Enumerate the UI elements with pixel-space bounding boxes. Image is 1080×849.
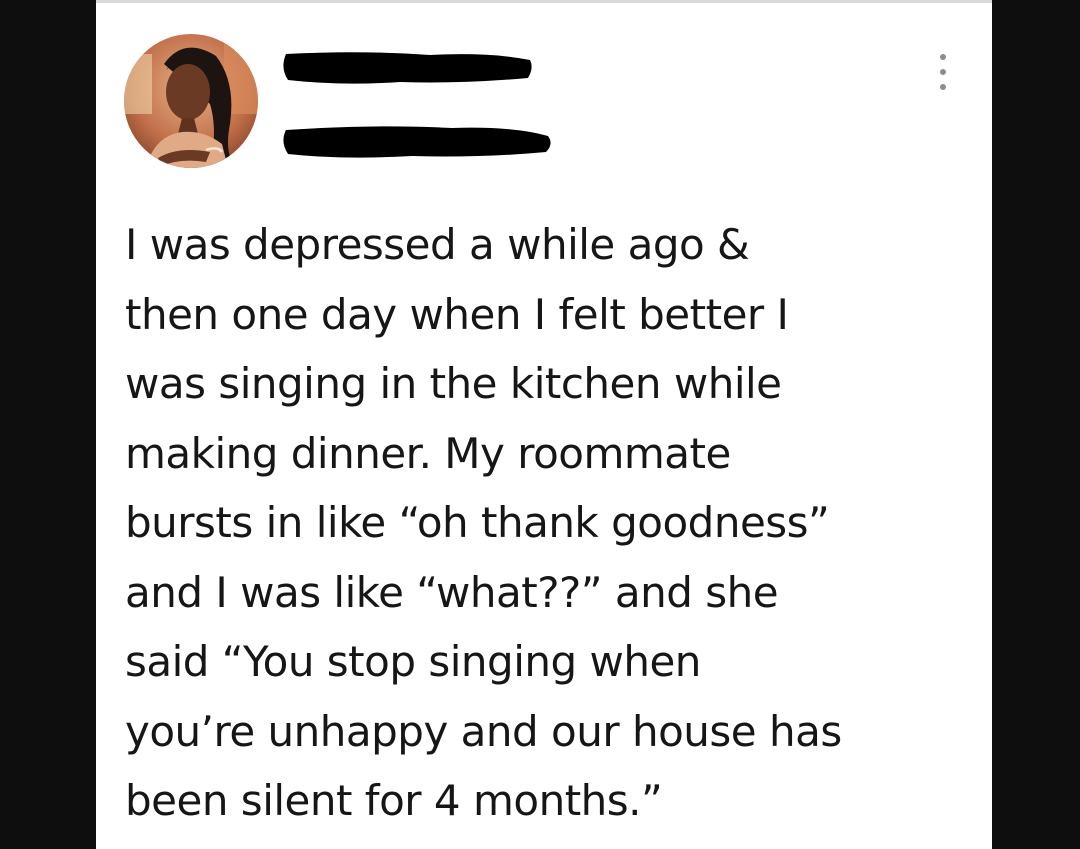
- screenshot-frame: I was depressed a while ago & then one d…: [0, 0, 1080, 849]
- tweet-text-line: was singing in the kitchen while: [125, 359, 782, 408]
- avatar-photo: [124, 34, 258, 168]
- more-vertical-icon: [940, 69, 946, 75]
- tweet-text-line: said “You stop singing when: [125, 637, 701, 686]
- tweet-text-line: I was depressed a while ago &: [125, 220, 750, 269]
- more-vertical-icon: [940, 54, 946, 60]
- tweet-text-line: making dinner. My roommate: [125, 428, 731, 478]
- card-divider: [96, 0, 992, 3]
- more-vertical-icon: [940, 84, 946, 90]
- tweet-text-line: been silent for 4 months.”: [125, 776, 663, 825]
- tweet-text-line: you’re unhappy and our house has: [125, 706, 842, 756]
- redacted-display-name: [283, 52, 532, 84]
- redacted-username: [283, 126, 551, 158]
- tweet-card: I was depressed a while ago & then one d…: [96, 0, 992, 849]
- tweet-text-line: bursts in like “oh thank goodness”: [125, 498, 830, 547]
- tweet-text-line: and I was like “what??” and she: [125, 567, 779, 617]
- tweet-text: I was depressed a while ago & then one d…: [125, 210, 975, 836]
- tweet-text-line: then one day when I felt better I: [125, 289, 789, 339]
- more-options-button[interactable]: [932, 54, 954, 90]
- avatar[interactable]: [124, 34, 258, 168]
